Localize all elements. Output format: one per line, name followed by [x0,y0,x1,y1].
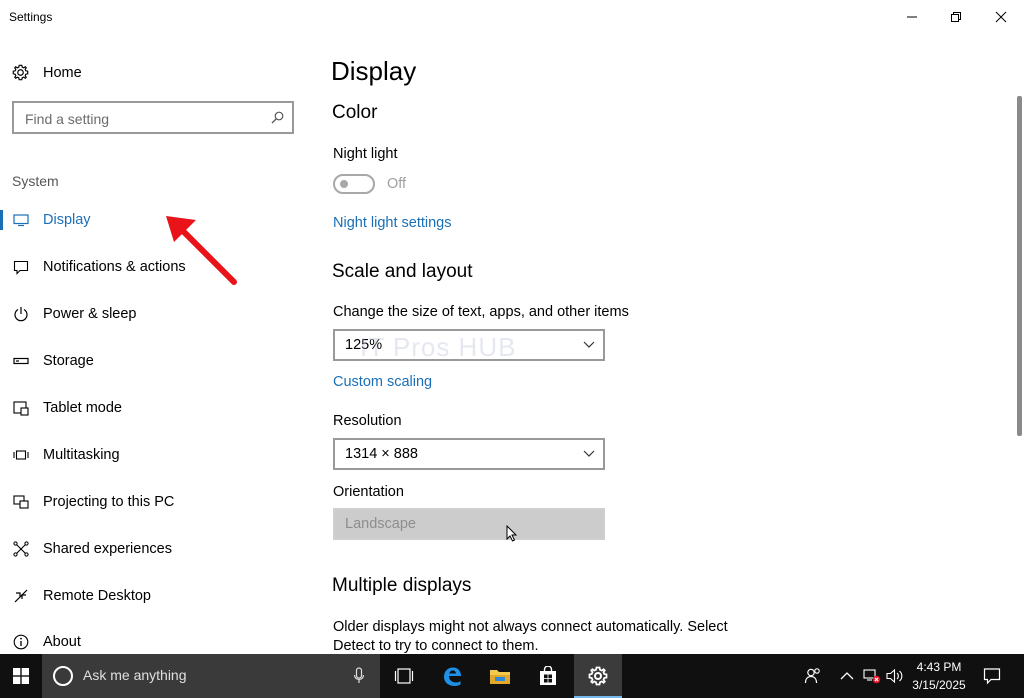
sidebar-item-projecting[interactable]: Projecting to this PC [0,482,300,522]
close-button[interactable] [978,0,1024,34]
monitor-icon [12,211,30,229]
remote-desktop-icon [12,587,30,605]
night-light-toggle[interactable] [333,174,375,194]
network-status-button[interactable] [860,654,884,698]
store-bag-icon [540,666,556,685]
sidebar-item-multitasking[interactable]: Multitasking [0,435,300,475]
file-explorer-button[interactable] [476,654,524,698]
custom-scaling-link[interactable]: Custom scaling [333,374,432,390]
scale-label: Change the size of text, apps, and other… [333,304,629,320]
search-icon [271,111,284,124]
taskbar-clock[interactable]: 4:43 PM 3/15/2025 [905,658,973,694]
night-light-label: Night light [333,146,398,162]
multiple-displays-heading: Multiple displays [332,575,472,596]
sidebar-item-label: Power & sleep [43,306,137,322]
orientation-dropdown[interactable]: Landscape [333,508,605,540]
gear-icon [12,64,29,81]
restore-icon [951,12,961,22]
storage-icon [12,352,30,370]
clock-date: 3/15/2025 [912,678,966,692]
sidebar-item-tablet-mode[interactable]: Tablet mode [0,388,300,428]
gear-icon [588,666,608,686]
info-icon [12,633,30,651]
sidebar-item-power-sleep[interactable]: Power & sleep [0,294,300,334]
color-heading: Color [332,102,378,123]
page-title: Display [331,56,417,86]
tablet-mode-icon [12,399,30,417]
speaker-icon [886,668,903,684]
restore-button[interactable] [933,0,979,34]
show-hidden-icons-button[interactable] [836,654,858,698]
action-center-button[interactable] [978,654,1006,698]
sidebar-item-label: Projecting to this PC [43,494,175,510]
sidebar-item-label: Multitasking [43,447,120,463]
sidebar-item-label: Tablet mode [43,400,122,416]
edge-browser-icon [444,667,461,686]
settings-taskbar-button[interactable] [574,654,622,698]
power-icon [12,305,30,323]
taskbar: Ask me anything 4:43 PM 3/15/2025 [0,654,1024,698]
scrollbar[interactable] [1017,96,1022,436]
resolution-value: 1314 × 888 [345,446,418,462]
section-label-system: System [12,173,59,189]
start-button[interactable] [0,654,42,698]
search-placeholder: Find a setting [25,111,110,127]
message-icon [12,258,30,276]
multiple-displays-text: Older displays might not always connect … [333,619,728,654]
network-disconnected-icon [863,669,881,684]
chevron-down-icon [583,341,595,348]
toggle-knob [340,180,348,188]
mouse-cursor-icon [506,525,518,542]
chevron-up-icon [840,672,854,680]
sidebar-item-label: About [43,634,81,650]
task-view-icon [394,668,414,684]
action-center-icon [983,668,1001,685]
annotation-arrow [166,216,237,285]
close-icon [995,11,1007,23]
shared-experiences-icon [12,540,30,558]
watermark: IT Pros HUB [360,332,517,362]
resolution-label: Resolution [333,413,402,429]
minimize-button[interactable] [889,0,935,34]
folder-icon [490,670,510,684]
task-view-button[interactable] [380,654,428,698]
night-light-state: Off [387,176,407,192]
store-button[interactable] [524,654,572,698]
sidebar-item-remote-desktop[interactable]: Remote Desktop [0,576,300,616]
cortana-search-box[interactable]: Ask me anything [42,654,380,698]
home-label: Home [43,64,82,81]
sidebar-item-shared-experiences[interactable]: Shared experiences [0,529,300,569]
sidebar-item-label: Remote Desktop [43,588,151,604]
volume-button[interactable] [884,654,906,698]
home-link[interactable]: Home [12,64,82,81]
chevron-down-icon [583,450,595,457]
sidebar-item-label: Display [43,212,91,228]
multitasking-icon [12,446,30,464]
edge-browser-button[interactable] [428,654,476,698]
find-setting-input[interactable]: Find a setting [12,101,294,134]
sidebar-item-label: Shared experiences [43,541,172,557]
sidebar-item-notifications[interactable]: Notifications & actions [0,247,300,287]
active-indicator [0,210,3,230]
cortana-placeholder: Ask me anything [83,667,187,683]
sidebar-item-display[interactable]: Display [0,200,300,240]
night-light-settings-link[interactable]: Night light settings [333,215,451,231]
title-bar: Settings [0,0,1024,34]
minimize-icon [907,16,917,18]
projecting-icon [12,493,30,511]
people-button[interactable] [800,654,826,698]
resolution-dropdown[interactable]: 1314 × 888 [333,438,605,470]
window-title: Settings [9,10,53,24]
clock-time: 4:43 PM [916,660,962,674]
orientation-value: Landscape [345,516,416,532]
orientation-label: Orientation [333,484,404,500]
sidebar-item-storage[interactable]: Storage [0,341,300,381]
sidebar-item-label: Storage [43,353,94,369]
scale-layout-heading: Scale and layout [332,261,473,282]
microphone-icon[interactable] [353,667,365,685]
settings-sidebar: Home Find a setting System Display Notif… [0,34,310,654]
windows-logo-icon [13,668,29,684]
cortana-icon [53,666,73,686]
people-icon [804,668,820,684]
